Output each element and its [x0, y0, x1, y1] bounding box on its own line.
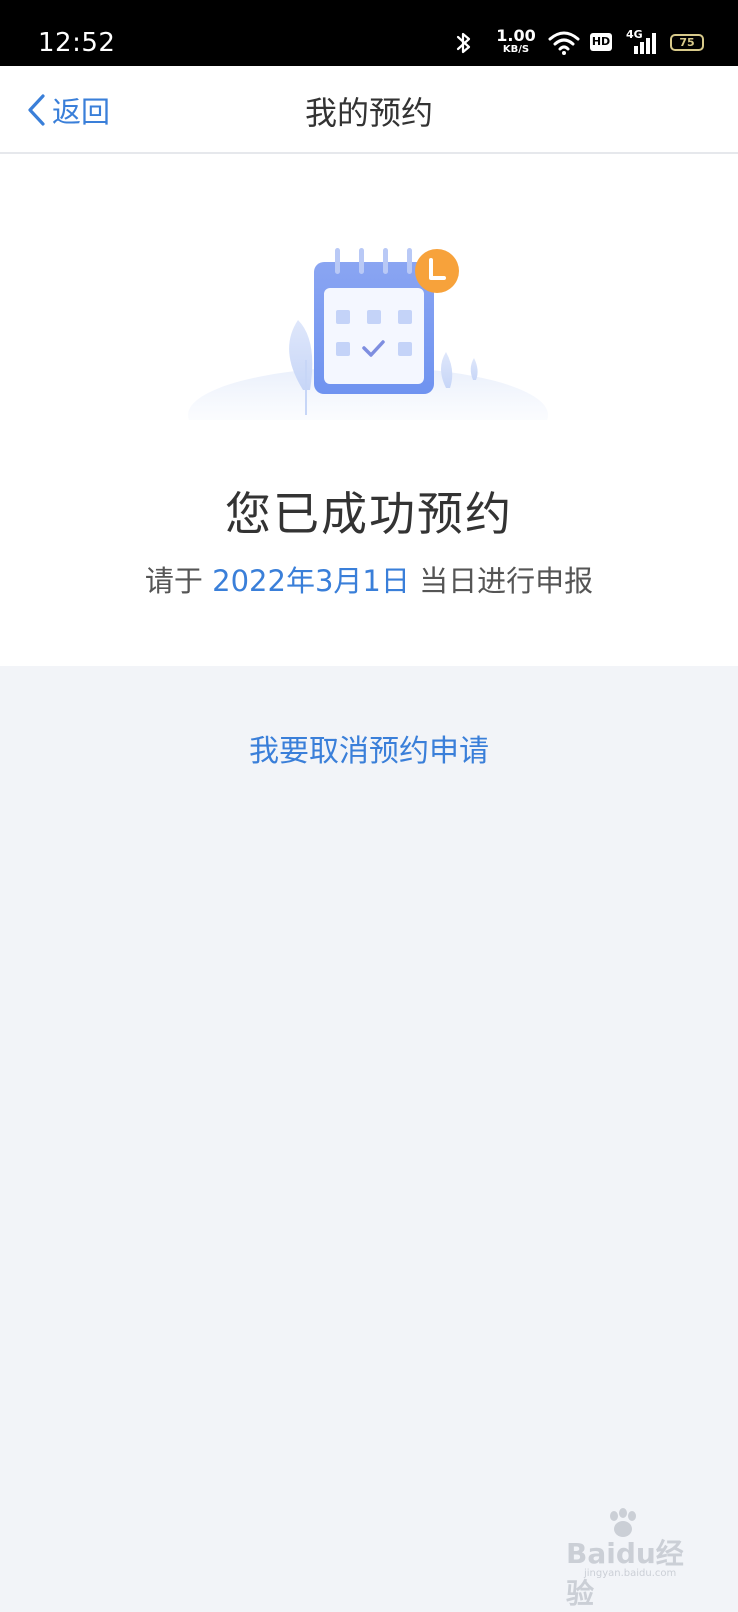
page-title: 我的预约 — [304, 94, 433, 132]
signal-icon — [634, 33, 656, 54]
net-speed: 1.00 KB/S — [496, 26, 536, 55]
battery-icon: 75 — [670, 34, 704, 51]
success-title: 您已成功预约 — [225, 487, 513, 541]
subtitle-prefix: 请于 — [144, 564, 213, 598]
calendar-check-icon — [188, 248, 548, 420]
success-panel: 您已成功预约 请于 2022年3月1日 当日进行申报 — [0, 154, 738, 666]
watermark-url: jingyan.baidu.com — [584, 1568, 677, 1579]
subtitle-suffix: 当日进行申报 — [409, 564, 594, 598]
nav-bar: 返回 我的预约 — [0, 66, 738, 154]
baidu-watermark: Baidu经验 jingyan.baidu.com — [560, 1508, 710, 1610]
status-time: 12:52 — [38, 28, 116, 58]
hd-badge: HD — [590, 33, 612, 51]
bluetooth-icon — [456, 32, 471, 54]
status-icons: 1.00 KB/S HD 4G 75 — [454, 26, 704, 60]
clock-badge-icon — [415, 249, 459, 293]
cancel-appointment-link[interactable]: 我要取消预约申请 — [0, 726, 738, 770]
wifi-icon — [548, 31, 580, 55]
success-subtitle: 请于 2022年3月1日 当日进行申报 — [0, 558, 738, 600]
status-bar: 12:52 1.00 KB/S HD 4G 75 — [0, 0, 738, 66]
appointment-date: 2022年3月1日 — [212, 564, 410, 598]
